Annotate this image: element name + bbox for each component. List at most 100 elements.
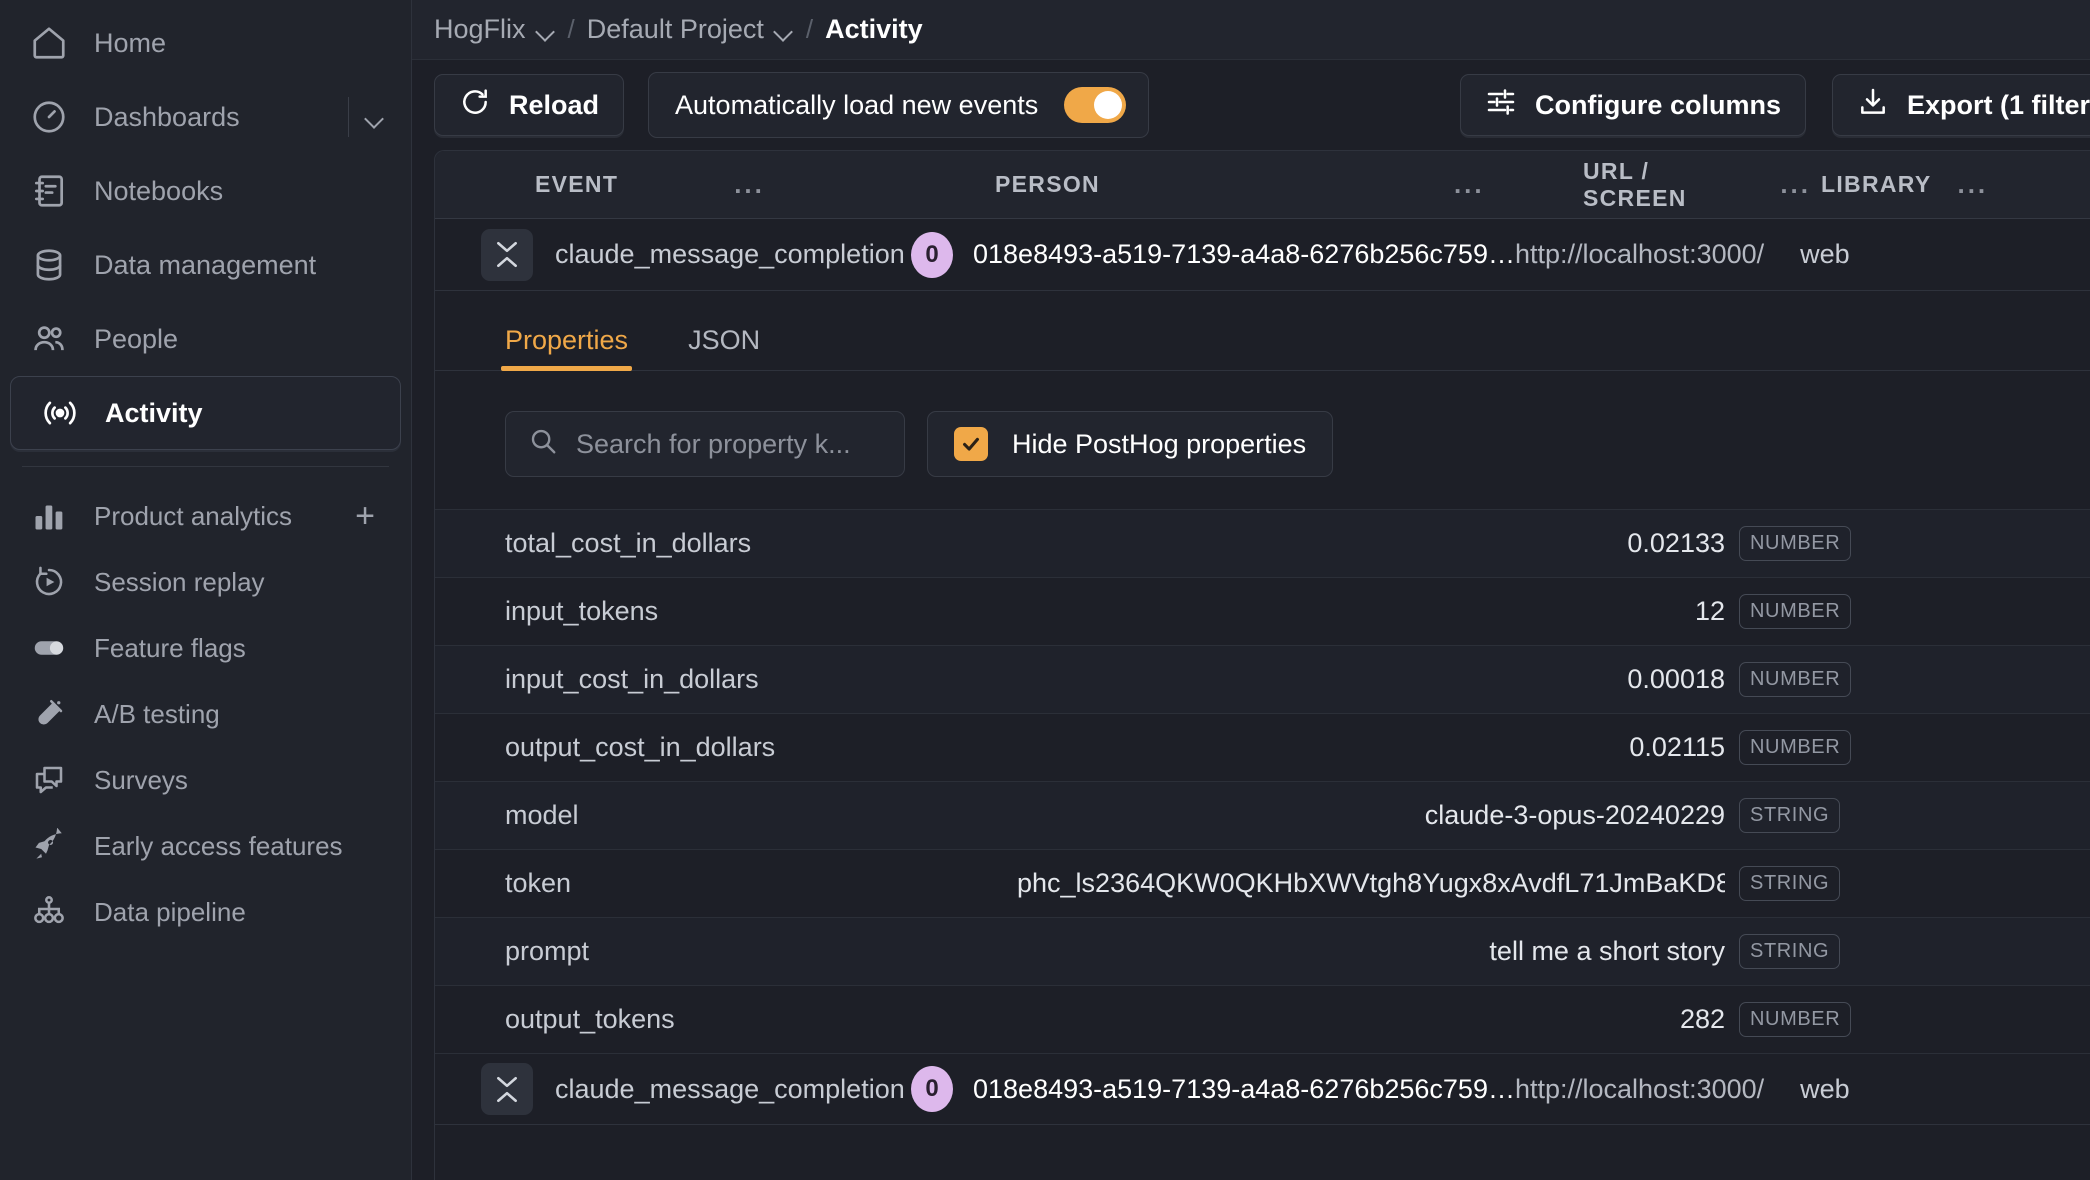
column-header-url[interactable]: URL / SCREEN ... <box>1555 158 1811 212</box>
hide-posthog-properties-checkbox[interactable]: Hide PostHog properties <box>927 411 1334 477</box>
bar-chart-icon <box>26 498 72 534</box>
event-url[interactable]: http://localhost:3000/ <box>1515 239 1764 270</box>
column-header-library[interactable]: LIBRARY ... <box>1811 169 1991 200</box>
configure-columns-button[interactable]: Configure columns <box>1459 74 1806 136</box>
property-row[interactable]: output_cost_in_dollars 0.02115 NUMBER <box>435 713 2090 781</box>
chevron-up-icon <box>497 1091 517 1102</box>
dashboards-expand[interactable] <box>348 97 385 137</box>
sidebar-item-label: Data management <box>94 249 317 280</box>
column-header-person[interactable]: PERSON ... <box>995 169 1555 200</box>
property-type-badge: NUMBER <box>1739 1002 1852 1037</box>
tab-json[interactable]: JSON <box>688 325 760 370</box>
sidebar-item-label: People <box>94 323 179 354</box>
breadcrumb-project[interactable]: Default Project <box>587 14 794 45</box>
property-value-group: tell me a short story STRING <box>1017 934 2090 969</box>
property-type-badge: NUMBER <box>1739 526 1852 561</box>
property-row[interactable]: total_cost_in_dollars 0.02133 NUMBER <box>435 509 2090 577</box>
breadcrumb-separator: / <box>567 14 575 44</box>
sidebar-item-people[interactable]: People <box>0 302 411 376</box>
breadcrumb: HogFlix / Default Project / Activity <box>412 0 2090 60</box>
event-library: web <box>1800 239 1850 269</box>
property-row[interactable]: output_tokens 282 NUMBER <box>435 985 2090 1053</box>
sidebar-item-label: Notebooks <box>94 175 224 206</box>
column-menu-icon[interactable]: ... <box>1957 169 1988 200</box>
sidebar-item-label: Surveys <box>94 764 188 795</box>
sidebar-item-data-pipeline[interactable]: Data pipeline <box>0 879 411 945</box>
breadcrumb-org-label: HogFlix <box>434 14 526 44</box>
expand-row-button[interactable] <box>481 1063 533 1115</box>
property-type-badge: STRING <box>1739 866 1841 901</box>
reload-icon <box>459 86 491 125</box>
column-header-label: EVENT <box>535 171 619 197</box>
auto-load-toggle[interactable]: Automatically load new events <box>648 72 1150 138</box>
sidebar-item-label: Dashboards <box>94 101 240 132</box>
sidebar: Home Dashboards Notebooks Data managemen… <box>0 0 412 1180</box>
search-icon <box>528 426 558 463</box>
sidebar-item-ab-testing[interactable]: A/B testing <box>0 681 411 747</box>
chevron-down-icon[interactable] <box>367 112 385 122</box>
property-value: 0.00018 <box>1627 664 1725 694</box>
add-product-analytics-button[interactable]: + <box>345 496 385 536</box>
person-avatar: 0 <box>911 1066 953 1112</box>
event-detail-panel: Properties JSON Search for property k... <box>435 291 2090 1053</box>
chevron-down-icon[interactable] <box>538 25 556 35</box>
property-key: output_tokens <box>505 1004 675 1034</box>
sidebar-item-product-analytics[interactable]: Product analytics + <box>0 483 411 549</box>
property-value-group: claude-3-opus-20240229 STRING <box>1017 798 2090 833</box>
table-row[interactable]: claude_message_completion 0 018e8493-a51… <box>435 1053 2090 1125</box>
property-key: model <box>505 800 579 830</box>
page-title: Activity <box>825 14 923 44</box>
sidebar-item-label: Home <box>94 27 167 58</box>
property-row[interactable]: token phc_ls2364QKW0QKHbXWVtgh8Yugx8xAvd… <box>435 849 2090 917</box>
sidebar-item-home[interactable]: Home <box>0 6 411 80</box>
property-filters: Search for property k... Hide PostHog pr… <box>435 371 2090 509</box>
sidebar-item-data-management[interactable]: Data management <box>0 228 411 302</box>
sidebar-item-label: Early access features <box>94 830 343 861</box>
property-row[interactable]: input_cost_in_dollars 0.00018 NUMBER <box>435 645 2090 713</box>
column-menu-icon[interactable]: ... <box>734 169 765 200</box>
sidebar-item-dashboards[interactable]: Dashboards <box>0 80 411 154</box>
export-button[interactable]: Export (1 filter) <box>1831 74 2090 136</box>
event-name[interactable]: claude_message_completion <box>555 239 911 270</box>
column-menu-icon[interactable]: ... <box>1780 169 1811 200</box>
auto-load-switch[interactable] <box>1064 87 1127 123</box>
property-row[interactable]: prompt tell me a short story STRING <box>435 917 2090 985</box>
sidebar-item-feature-flags[interactable]: Feature flags <box>0 615 411 681</box>
property-type-badge: NUMBER <box>1739 662 1852 697</box>
person-id[interactable]: 018e8493-a519-7139-a4a8-6276b256c759… <box>973 1074 1515 1105</box>
sidebar-item-session-replay[interactable]: Session replay <box>0 549 411 615</box>
sidebar-item-activity[interactable]: Activity <box>10 376 401 450</box>
property-value: 0.02133 <box>1627 528 1725 558</box>
pipeline-icon <box>26 894 72 930</box>
replay-icon <box>26 564 72 600</box>
search-input[interactable]: Search for property k... <box>505 411 905 477</box>
column-header-event[interactable]: EVENT ... <box>435 169 995 200</box>
notebook-icon <box>26 172 72 210</box>
tab-properties[interactable]: Properties <box>500 325 633 371</box>
property-key: input_cost_in_dollars <box>505 664 759 694</box>
sidebar-item-notebooks[interactable]: Notebooks <box>0 154 411 228</box>
sidebar-item-label: Product analytics <box>94 500 292 531</box>
property-row[interactable]: model claude-3-opus-20240229 STRING <box>435 781 2090 849</box>
column-header-label: URL / SCREEN <box>1583 157 1687 211</box>
event-name[interactable]: claude_message_completion <box>555 1074 911 1105</box>
sliders-icon <box>1485 86 1517 125</box>
property-row[interactable]: input_tokens 12 NUMBER <box>435 577 2090 645</box>
property-value: 282 <box>1679 1004 1725 1034</box>
property-key: input_tokens <box>505 596 659 626</box>
event-url[interactable]: http://localhost:3000/ <box>1515 1074 1764 1105</box>
property-value: 0.02115 <box>1629 732 1725 762</box>
reload-button[interactable]: Reload <box>434 74 625 136</box>
breadcrumb-org[interactable]: HogFlix <box>434 14 556 45</box>
collapse-row-button[interactable] <box>481 228 533 281</box>
chevron-down-icon[interactable] <box>776 25 794 35</box>
sidebar-item-surveys[interactable]: Surveys <box>0 747 411 813</box>
person-id[interactable]: 018e8493-a519-7139-a4a8-6276b256c759… <box>973 239 1515 270</box>
configure-columns-label: Configure columns <box>1534 89 1781 120</box>
sidebar-item-label: A/B testing <box>94 698 220 729</box>
sidebar-item-early-access-features[interactable]: Early access features <box>0 813 411 879</box>
property-type-badge: NUMBER <box>1739 730 1852 765</box>
column-menu-icon[interactable]: ... <box>1454 169 1485 200</box>
table-row[interactable]: claude_message_completion 0 018e8493-a51… <box>435 219 2090 291</box>
toolbar-right-group: Configure columns Export (1 filter) <box>1459 60 2090 150</box>
